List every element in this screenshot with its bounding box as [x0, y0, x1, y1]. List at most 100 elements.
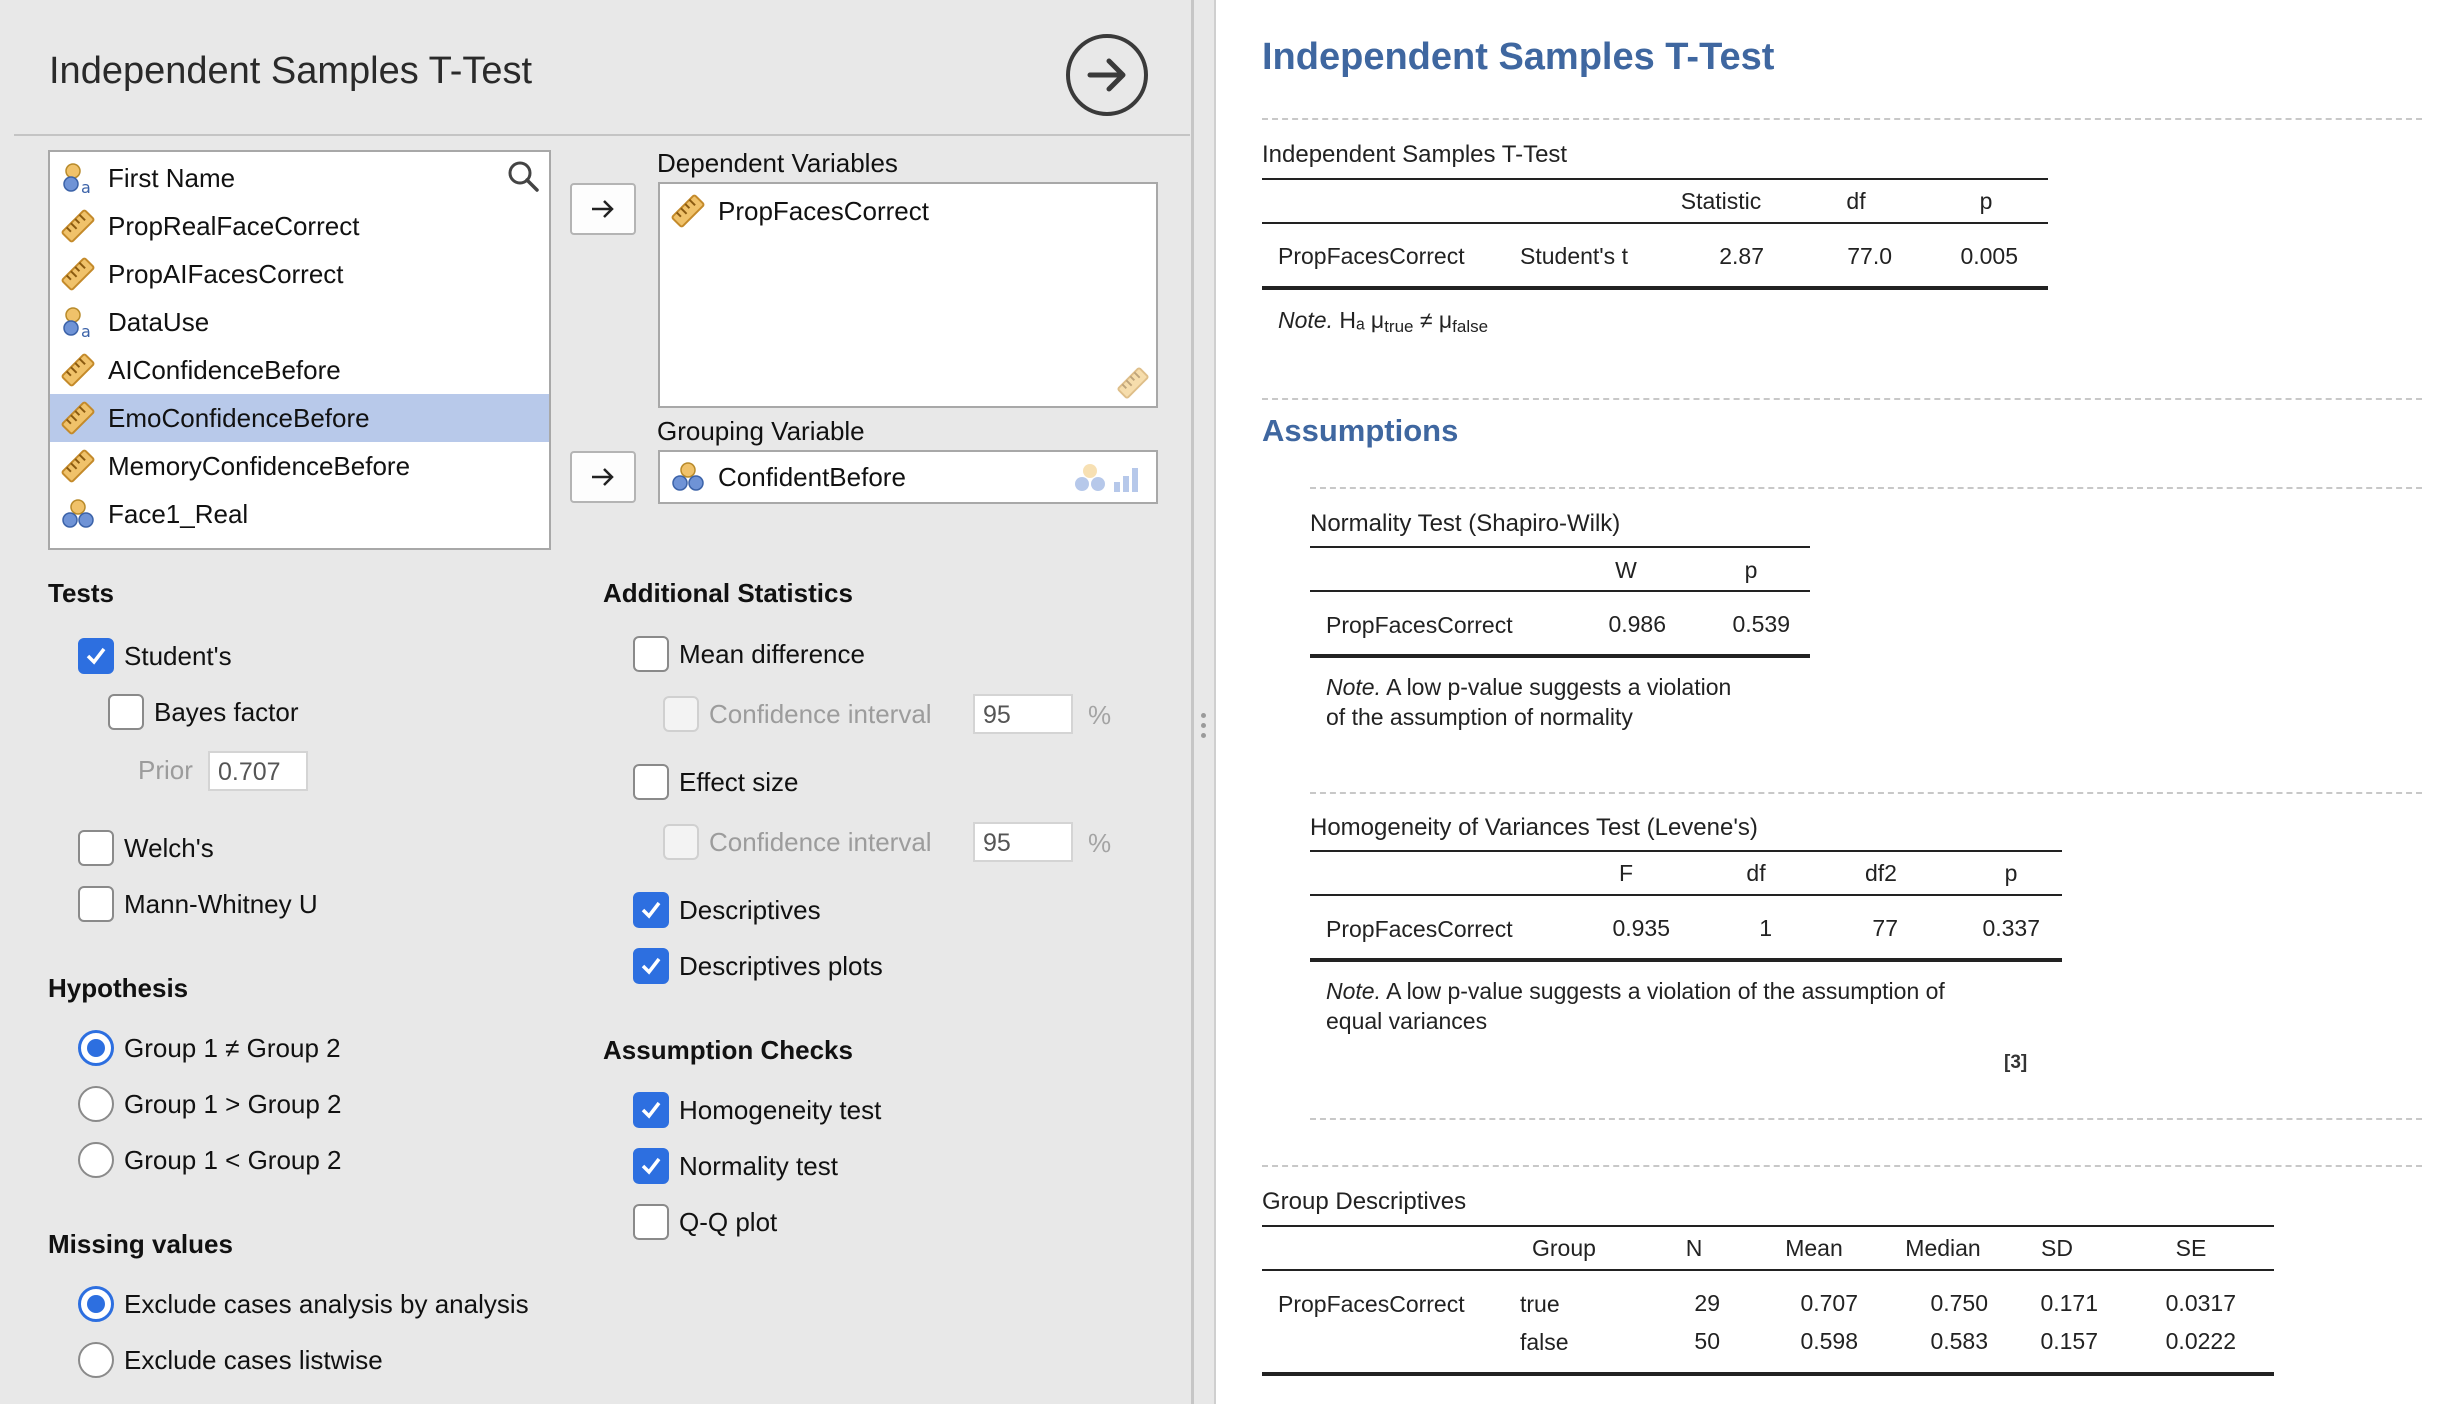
- section-divider: [1262, 118, 2422, 120]
- dependent-variable-item[interactable]: PropFacesCorrect: [660, 187, 1156, 235]
- hypothesis-option-lt[interactable]: Group 1 < Group 2: [78, 1142, 342, 1178]
- welch-label: Welch's: [124, 832, 214, 863]
- ttest-statistic: 2.87: [1719, 243, 1764, 269]
- homogeneity-checkbox[interactable]: [633, 1092, 669, 1128]
- mean-diff-ci-checkbox[interactable]: [663, 696, 699, 732]
- table-rule: [1310, 958, 2062, 962]
- panel-splitter[interactable]: [1194, 0, 1214, 1404]
- reference-link[interactable]: [3]: [2004, 1052, 2027, 1074]
- effect-size-ci-checkbox[interactable]: [663, 824, 699, 860]
- missing-radio[interactable]: [78, 1286, 114, 1322]
- checkmark-icon: [641, 1101, 661, 1119]
- note-hypothesis: Hₐ μ: [1339, 307, 1385, 333]
- mann-whitney-option[interactable]: Mann-Whitney U: [78, 886, 318, 922]
- mean-difference-checkbox[interactable]: [633, 636, 669, 672]
- move-to-grouping-button[interactable]: [570, 451, 636, 503]
- levene-note: Note. A low p-value suggests a violation…: [1326, 976, 1945, 1036]
- effect-size-ci-label: Confidence interval: [709, 826, 932, 857]
- analysis-title: Independent Samples T-Test: [49, 50, 533, 92]
- missing-option-analysis[interactable]: Exclude cases analysis by analysis: [78, 1286, 529, 1322]
- mean-diff-ci-input[interactable]: 95: [973, 694, 1073, 734]
- dependent-variables-caption: Dependent Variables: [657, 148, 898, 178]
- search-icon[interactable]: [505, 158, 541, 199]
- mean-diff-ci-option[interactable]: Confidence interval: [663, 696, 932, 732]
- desc-header-n: N: [1685, 1235, 1703, 1261]
- variable-list-item-partial[interactable]: [50, 538, 549, 548]
- effect-size-option[interactable]: Effect size: [633, 764, 798, 800]
- levene-df: 1: [1759, 915, 1772, 941]
- variable-list-item[interactable]: AIConfidenceBefore: [50, 346, 549, 394]
- assumptions-heading: Assumptions: [1262, 413, 1459, 448]
- ttest-header-df: df: [1846, 188, 1866, 214]
- section-divider: [1262, 1165, 2422, 1167]
- assumption-checks-heading: Assumption Checks: [603, 1035, 853, 1065]
- variable-list-item[interactable]: PropAIFacesCorrect: [50, 250, 549, 298]
- ttest-test-name: Student's t: [1520, 243, 1628, 269]
- qq-plot-checkbox[interactable]: [633, 1204, 669, 1240]
- grouping-variable-caption: Grouping Variable: [657, 416, 865, 446]
- note-subscript-true: true: [1384, 317, 1414, 336]
- normality-label: Normality test: [679, 1150, 838, 1181]
- bayes-factor-option[interactable]: Bayes factor: [108, 694, 299, 730]
- variable-list-item[interactable]: a First Name: [50, 154, 549, 202]
- variable-list-item[interactable]: MemoryConfidenceBefore: [50, 442, 549, 490]
- desc-n: 50: [1694, 1328, 1720, 1354]
- hypothesis-option-neq[interactable]: Group 1 ≠ Group 2: [78, 1030, 341, 1066]
- mean-difference-option[interactable]: Mean difference: [633, 636, 865, 672]
- dependent-variable-label: PropFacesCorrect: [718, 195, 929, 226]
- descriptives-checkbox[interactable]: [633, 892, 669, 928]
- desc-header-mean: Mean: [1785, 1235, 1843, 1261]
- grouping-variable-box[interactable]: ConfidentBefore: [658, 450, 1158, 504]
- desc-header-sd: SD: [2041, 1235, 2073, 1261]
- desc-sd: 0.171: [2040, 1290, 2098, 1316]
- hypothesis-option-gt[interactable]: Group 1 > Group 2: [78, 1086, 342, 1122]
- mann-whitney-checkbox[interactable]: [78, 886, 114, 922]
- splitter-grip-dot: [1201, 723, 1206, 728]
- missing-radio[interactable]: [78, 1342, 114, 1378]
- students-option[interactable]: Student's: [78, 638, 232, 674]
- ttest-df: 77.0: [1847, 243, 1892, 269]
- prior-input[interactable]: 0.707: [208, 751, 308, 791]
- descriptives-label: Descriptives: [679, 894, 821, 925]
- students-label: Student's: [124, 640, 232, 671]
- splitter-grip-dot: [1201, 733, 1206, 738]
- variable-list-item[interactable]: PropRealFaceCorrect: [50, 202, 549, 250]
- hypothesis-radio[interactable]: [78, 1086, 114, 1122]
- hypothesis-radio[interactable]: [78, 1142, 114, 1178]
- checkmark-icon: [641, 957, 661, 975]
- levene-header-p: p: [2004, 860, 2018, 886]
- variable-list-item[interactable]: Face1_Real: [50, 490, 549, 538]
- variable-list-item[interactable]: EmoConfidenceBefore: [50, 394, 549, 442]
- bayes-factor-checkbox[interactable]: [108, 694, 144, 730]
- missing-option-listwise[interactable]: Exclude cases listwise: [78, 1342, 383, 1378]
- desc-se: 0.0317: [2165, 1290, 2236, 1316]
- move-to-dependent-button[interactable]: [570, 183, 636, 235]
- run-arrow-button[interactable]: [1066, 34, 1148, 116]
- students-checkbox[interactable]: [78, 638, 114, 674]
- normality-checkbox[interactable]: [633, 1148, 669, 1184]
- normality-option[interactable]: Normality test: [633, 1148, 838, 1184]
- welch-checkbox[interactable]: [78, 830, 114, 866]
- welch-option[interactable]: Welch's: [78, 830, 214, 866]
- qq-plot-option[interactable]: Q-Q plot: [633, 1204, 777, 1240]
- effect-size-ci-input[interactable]: 95: [973, 822, 1073, 862]
- descriptives-plots-checkbox[interactable]: [633, 948, 669, 984]
- nominal-text-variable-icon: a: [63, 307, 91, 340]
- levene-table-title: Homogeneity of Variances Test (Levene's): [1310, 814, 1758, 841]
- homogeneity-option[interactable]: Homogeneity test: [633, 1092, 881, 1128]
- prior-label: Prior: [138, 755, 193, 785]
- dependent-variables-box[interactable]: PropFacesCorrect: [658, 182, 1158, 408]
- descriptives-option[interactable]: Descriptives: [633, 892, 821, 928]
- effect-size-ci-option[interactable]: Confidence interval: [663, 824, 932, 860]
- descriptives-plots-option[interactable]: Descriptives plots: [633, 948, 883, 984]
- hypothesis-radio[interactable]: [78, 1030, 114, 1066]
- note-neq: ≠ μ: [1419, 307, 1453, 333]
- variable-list-item[interactable]: a DataUse: [50, 298, 549, 346]
- scale-ruler-icon: [61, 257, 95, 291]
- normality-w: 0.986: [1608, 611, 1666, 637]
- normality-header-p: p: [1744, 557, 1758, 583]
- homogeneity-label: Homogeneity test: [679, 1094, 882, 1125]
- source-variable-list[interactable]: a First Name PropRealFaceCorrect PropAIFace…: [48, 150, 551, 550]
- effect-size-checkbox[interactable]: [633, 764, 669, 800]
- scale-ruler-icon: [61, 353, 95, 387]
